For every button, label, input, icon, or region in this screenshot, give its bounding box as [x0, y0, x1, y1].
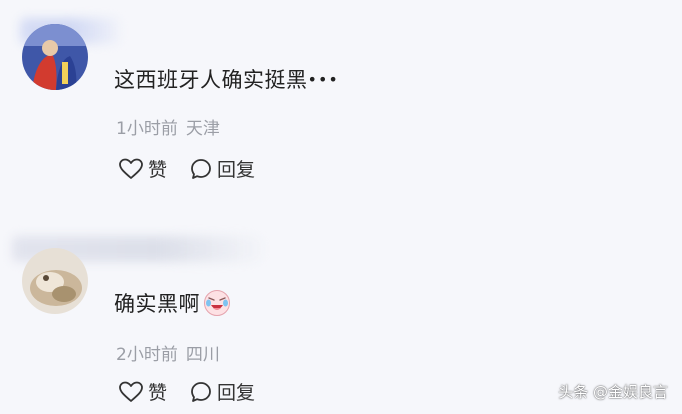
chat-bubble-icon — [189, 157, 213, 181]
crying-laughing-emoji — [203, 289, 231, 317]
comment-text: 确实黑啊 — [114, 288, 231, 318]
comment-actions: 赞 回复 — [118, 378, 255, 405]
comment-time: 2小时前 — [116, 345, 178, 365]
comment-time: 1小时前 — [116, 119, 178, 139]
reply-label: 回复 — [217, 159, 256, 181]
reply-button[interactable]: 回复 — [189, 378, 255, 405]
ellipsis: ••• — [307, 70, 339, 89]
comment-text: 这西班牙人确实挺黑••• — [114, 68, 339, 92]
comment-item: 这西班牙人确实挺黑••• 1小时前 天津 赞 回复 — [0, 0, 682, 205]
like-button[interactable]: 赞 — [118, 155, 167, 182]
chat-bubble-icon — [189, 380, 213, 404]
comment-meta: 1小时前 天津 — [116, 114, 220, 139]
avatar[interactable] — [22, 24, 88, 90]
like-button[interactable]: 赞 — [118, 378, 167, 405]
comment-location: 四川 — [185, 345, 220, 365]
heart-outline-icon — [118, 157, 144, 181]
like-label: 赞 — [148, 382, 168, 404]
reply-label: 回复 — [217, 382, 256, 404]
heart-outline-icon — [118, 380, 144, 404]
reply-button[interactable]: 回复 — [189, 155, 255, 182]
comment-actions: 赞 回复 — [118, 155, 255, 182]
watermark: 头条 @金娱良言 — [558, 383, 668, 401]
comment-location: 天津 — [185, 119, 220, 139]
avatar[interactable] — [22, 248, 88, 314]
like-label: 赞 — [148, 159, 168, 181]
comment-meta: 2小时前 四川 — [116, 340, 220, 365]
